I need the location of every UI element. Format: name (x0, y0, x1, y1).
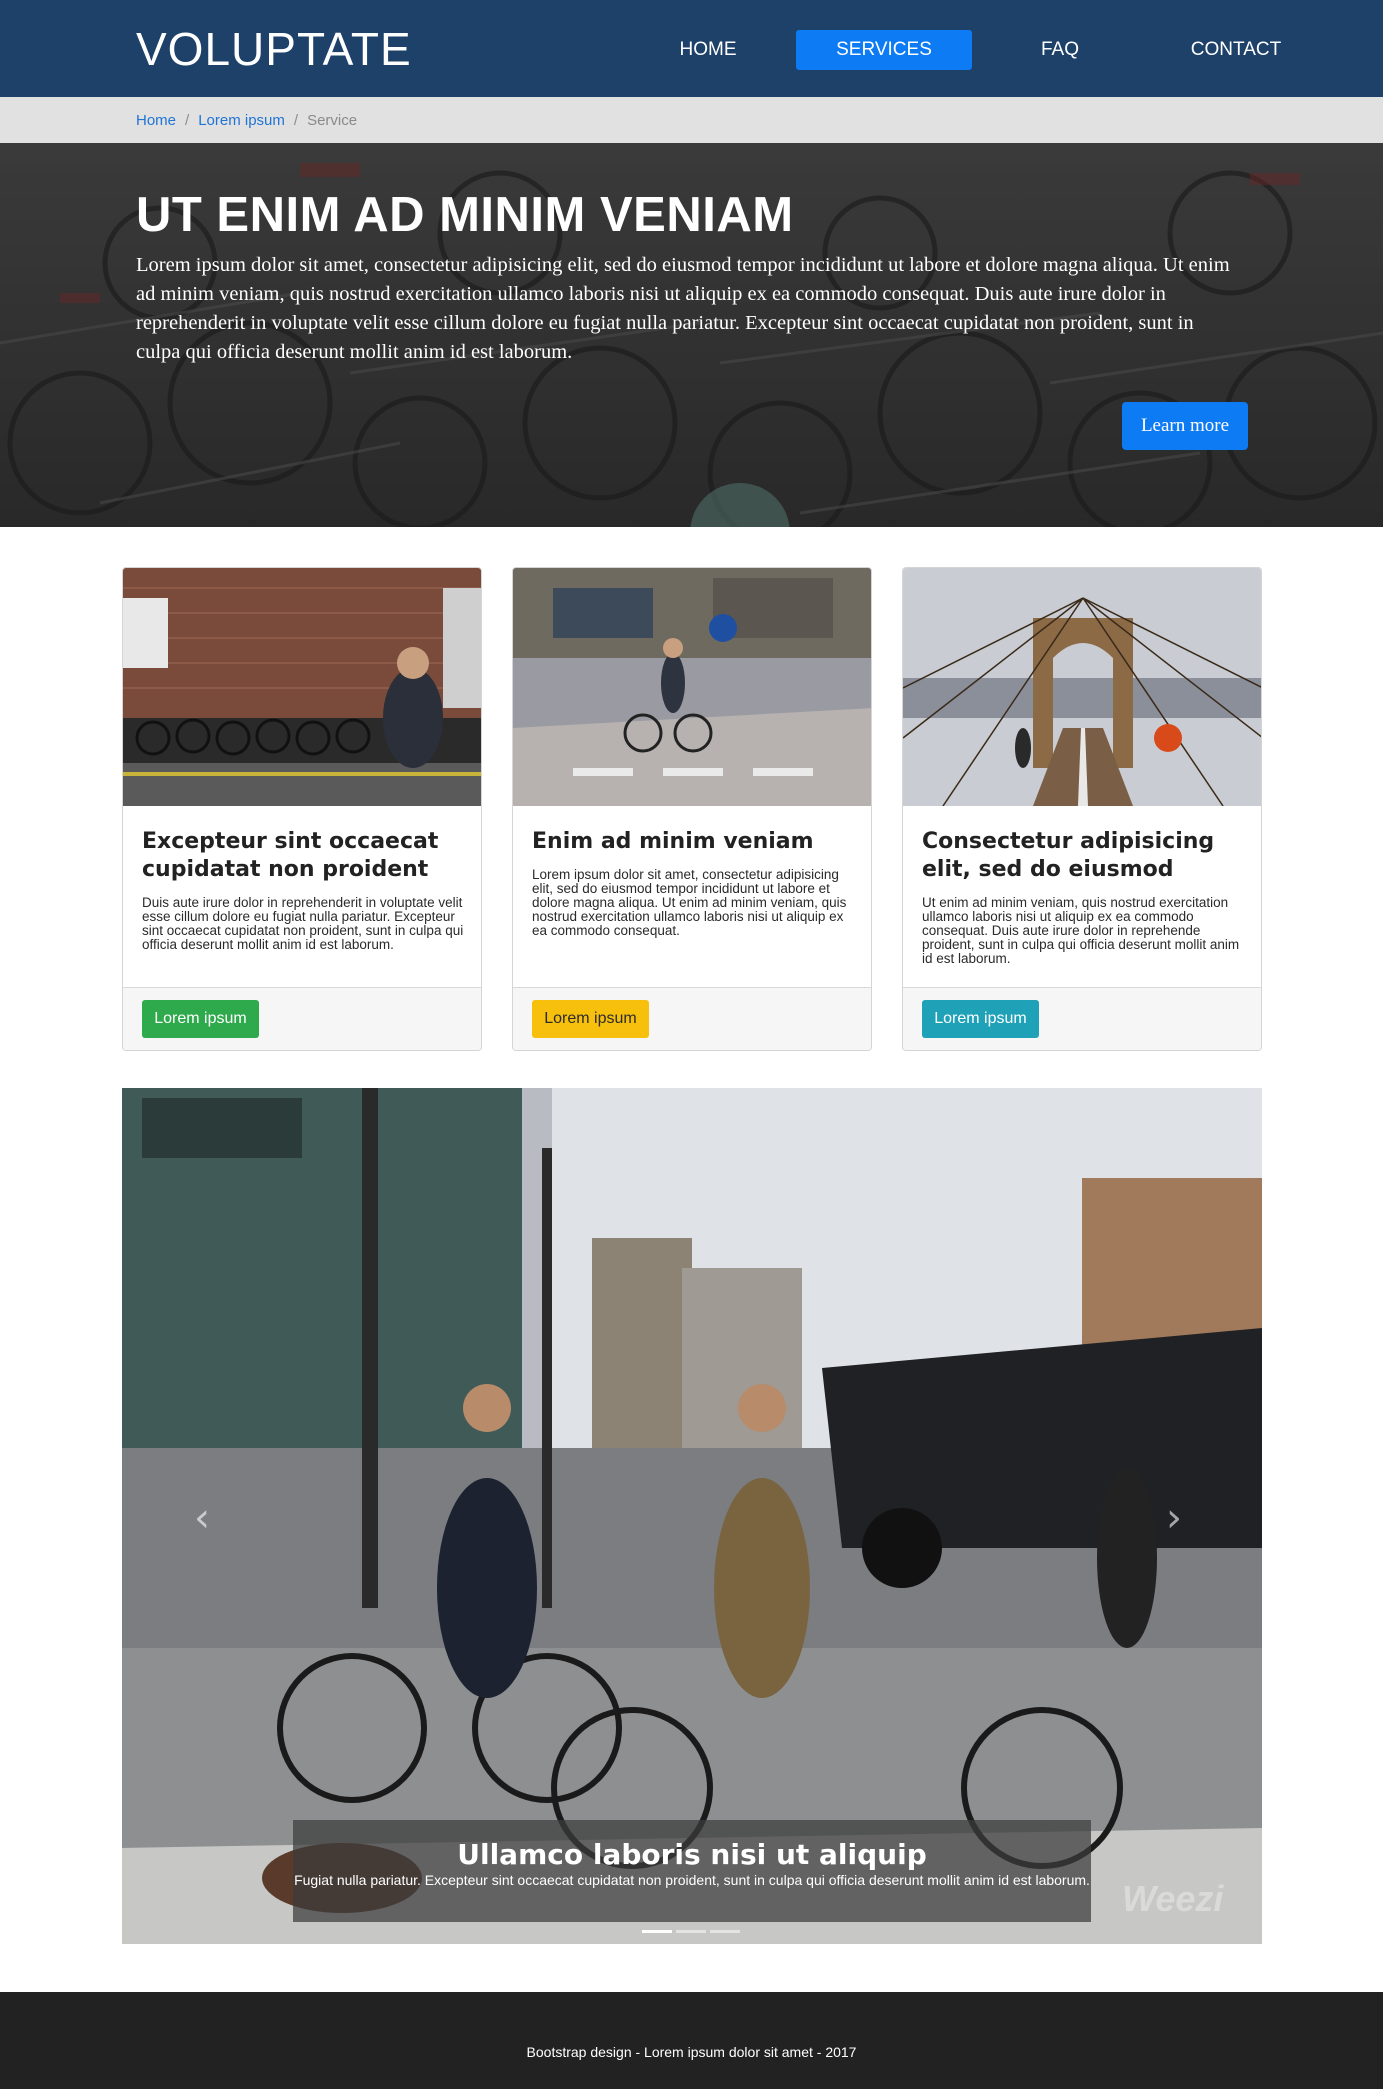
navbar: VOLUPTATE HOME SERVICES FAQ CONTACT (0, 0, 1383, 97)
chevron-left-icon[interactable]: ‹ (172, 1488, 232, 1548)
card-3-title: Consectetur adipisicing elit, sed do eiu… (922, 829, 1215, 882)
hero-banner: UT ENIM AD MINIM VENIAM Lorem ipsum dolo… (0, 143, 1383, 527)
card-1-button[interactable]: Lorem ipsum (142, 1000, 259, 1038)
card-1-title: Excepteur sint occaecat cupidatat non pr… (142, 829, 439, 882)
breadcrumb-separator: / (185, 111, 190, 129)
watermark-logo: Weezi (1122, 1878, 1224, 1919)
card-1-image (123, 568, 481, 806)
card-3-text: Ut enim ad minim veniam, quis nostrud ex… (922, 895, 1240, 966)
breadcrumb-separator: / (293, 111, 299, 129)
card-3-image (903, 568, 1261, 806)
carousel-indicator[interactable] (642, 1930, 672, 1933)
card-1-footer: Lorem ipsum (123, 987, 481, 1050)
cards-section: Excepteur sint occaecat cupidatat non pr… (0, 527, 1383, 1092)
nav-item-home[interactable]: HOME (620, 30, 796, 70)
learn-more-button[interactable]: Learn more (1122, 402, 1248, 450)
card-3: Consectetur adipisicing elit, sed do eiu… (902, 567, 1262, 1051)
card-2-text: Lorem ipsum dolor sit amet, consectetur … (532, 867, 847, 938)
card-2-image (513, 568, 871, 806)
page: VOLUPTATE HOME SERVICES FAQ CONTACT Home… (0, 0, 1383, 2089)
footer-text: Bootstrap design - Lorem ipsum dolor sit… (526, 2044, 857, 2060)
card-2-footer: Lorem ipsum (513, 987, 871, 1050)
carousel-caption-text: Fugiat nulla pariatur. Excepteur sint oc… (294, 1872, 1090, 1888)
carousel-slide-image (122, 1088, 1262, 1944)
card-3-footer: Lorem ipsum (903, 987, 1261, 1050)
breadcrumb-lorem-ipsum[interactable]: Lorem ipsum (198, 112, 285, 129)
card-2-button[interactable]: Lorem ipsum (532, 1000, 649, 1038)
main-nav: HOME SERVICES FAQ CONTACT (620, 30, 1324, 70)
card-3-button[interactable]: Lorem ipsum (922, 1000, 1039, 1038)
breadcrumb-home[interactable]: Home (136, 112, 176, 129)
carousel-caption-title: Ullamco laboris nisi ut aliquip (457, 1838, 927, 1871)
carousel-indicators (640, 1930, 742, 1933)
brand-logo[interactable]: VOLUPTATE (136, 22, 412, 76)
carousel-caption: Ullamco laboris nisi ut aliquip Fugiat n… (293, 1820, 1091, 1922)
nav-item-services[interactable]: SERVICES (796, 30, 972, 70)
chevron-right-icon[interactable]: › (1144, 1488, 1204, 1548)
hero-title: UT ENIM AD MINIM VENIAM (136, 188, 794, 242)
card-1: Excepteur sint occaecat cupidatat non pr… (122, 567, 482, 1051)
footer: Bootstrap design - Lorem ipsum dolor sit… (0, 1992, 1383, 2089)
breadcrumb: Home / Lorem ipsum / Service (0, 97, 1383, 143)
carousel-indicator[interactable] (710, 1930, 740, 1933)
carousel: ‹ › Weezi Ullamco laboris nisi ut aliqui… (122, 1088, 1262, 1944)
card-2-title: Enim ad minim veniam (532, 829, 814, 854)
nav-item-contact[interactable]: CONTACT (1148, 30, 1324, 70)
card-2: Enim ad minim veniam Lorem ipsum dolor s… (512, 567, 872, 1051)
breadcrumb-current: Service (307, 111, 358, 129)
carousel-indicator[interactable] (676, 1930, 706, 1933)
card-1-text: Duis aute irure dolor in reprehenderit i… (142, 895, 464, 952)
nav-item-faq[interactable]: FAQ (972, 30, 1148, 70)
hero-text: Lorem ipsum dolor sit amet, consectetur … (136, 254, 1230, 363)
